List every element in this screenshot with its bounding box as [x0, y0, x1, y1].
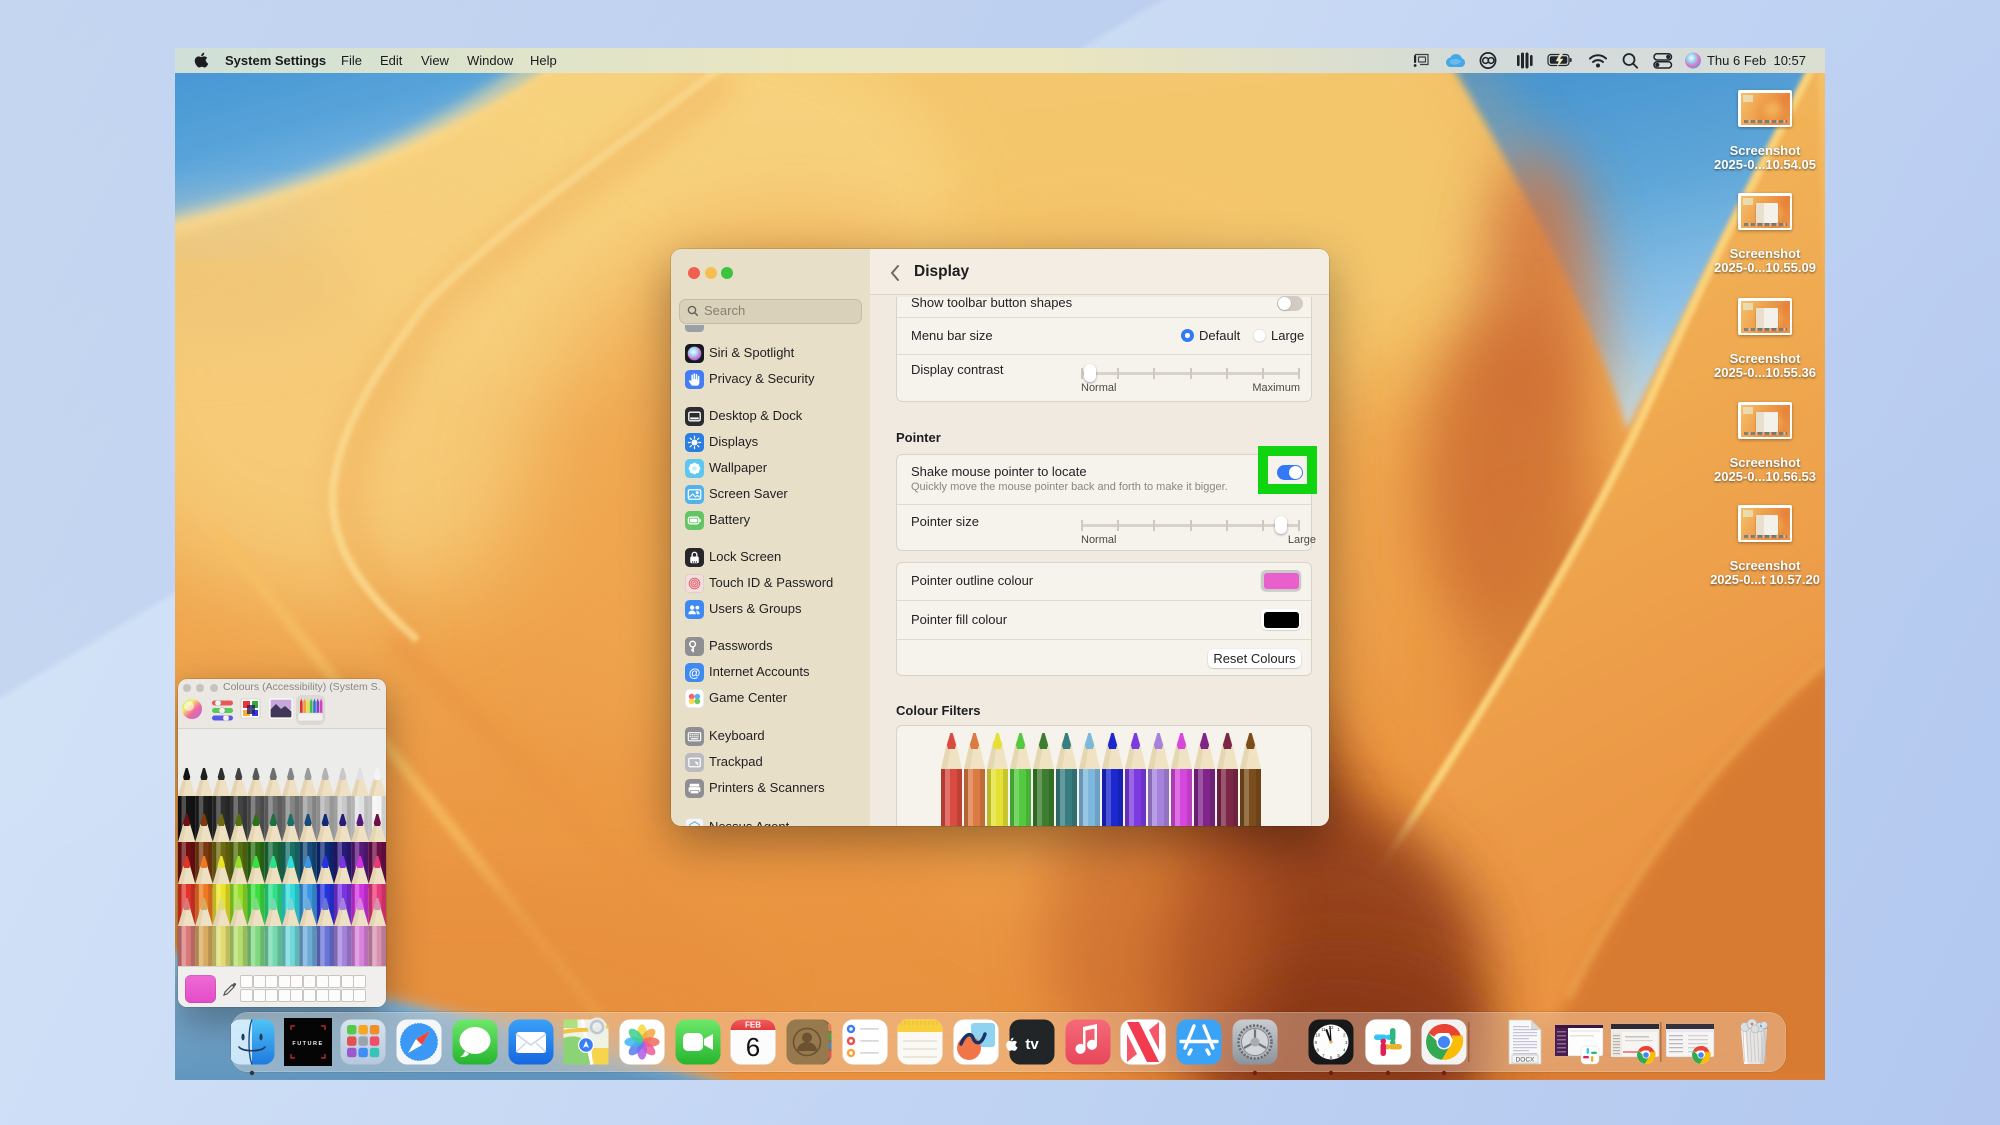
svg-text:tv: tv [1025, 1036, 1039, 1053]
svg-text:12: 12 [1328, 1025, 1334, 1030]
svg-text:11: 11 [1321, 1027, 1326, 1032]
svg-text:FUTURE: FUTURE [292, 1041, 323, 1047]
svg-text:FEB: FEB [745, 1021, 761, 1030]
svg-text:10: 10 [1315, 1032, 1321, 1037]
svg-text:@: @ [689, 665, 701, 679]
svg-text:6: 6 [746, 1032, 760, 1062]
svg-text:DOCX: DOCX [1516, 1057, 1535, 1064]
